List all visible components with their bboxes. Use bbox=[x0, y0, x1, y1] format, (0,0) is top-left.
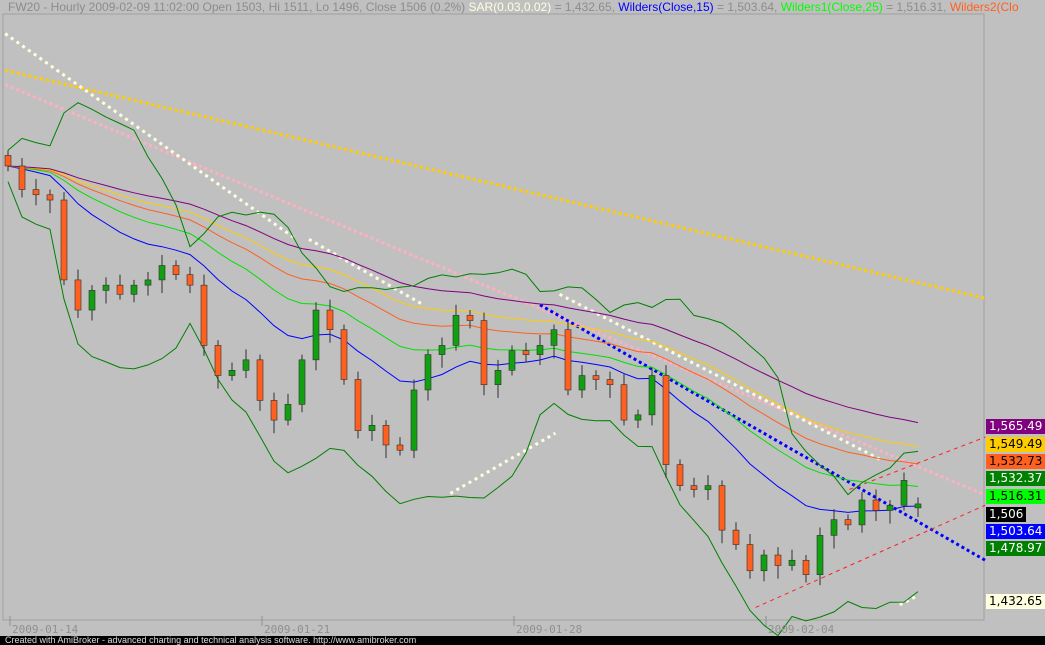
candle-body bbox=[88, 290, 96, 311]
legend-indicator-value: = 1,516.31, bbox=[882, 0, 950, 14]
candle-body bbox=[690, 485, 698, 490]
candle-body bbox=[130, 284, 138, 295]
candle-body bbox=[32, 189, 40, 196]
date-tick-label: 2009-02-04 bbox=[768, 623, 835, 636]
candle-body bbox=[578, 375, 586, 391]
candle-body bbox=[18, 165, 26, 190]
candle-body bbox=[200, 284, 208, 346]
candle-body bbox=[914, 503, 922, 509]
candle-body bbox=[326, 309, 334, 331]
legend-indicator-value: = 1,432.65, bbox=[551, 0, 619, 14]
legend-indicator-label: Wilders1(Close,25) bbox=[780, 0, 883, 14]
symbol-info: FW20 - Hourly 2009-02-09 11:02:00 Open 1… bbox=[8, 0, 466, 14]
candle-body bbox=[424, 354, 432, 391]
price-label: 1,506 bbox=[986, 507, 1027, 522]
candle-body bbox=[858, 499, 866, 526]
candle-body bbox=[102, 284, 110, 291]
candle-body bbox=[606, 379, 614, 386]
candle-body bbox=[452, 314, 460, 346]
legend-indicator-label: SAR(0.03,0.02) bbox=[468, 0, 552, 14]
price-label: 1,532.37 bbox=[986, 471, 1045, 486]
candle-body bbox=[676, 464, 684, 486]
candle-body bbox=[4, 155, 12, 167]
price-label: 1,478.97 bbox=[986, 541, 1045, 556]
candle-body bbox=[774, 554, 782, 566]
candle-body bbox=[844, 519, 852, 526]
footer-credit: Created with AmiBroker - advanced charti… bbox=[0, 636, 1045, 645]
candle-body bbox=[172, 265, 180, 275]
candle-body bbox=[900, 480, 908, 506]
price-label: 1,432.65 bbox=[986, 594, 1045, 609]
candle-body bbox=[340, 329, 348, 380]
price-label: 1,565.49 bbox=[986, 419, 1045, 434]
candle-body bbox=[592, 375, 600, 380]
candle-body bbox=[368, 425, 376, 431]
candle-body bbox=[522, 350, 530, 355]
candle-body bbox=[494, 370, 502, 386]
candle-body bbox=[746, 544, 754, 572]
candle-body bbox=[466, 314, 474, 321]
candle-body bbox=[382, 425, 390, 446]
candle-body bbox=[144, 279, 152, 286]
price-label: 1,549.49 bbox=[986, 437, 1045, 452]
candle-body bbox=[186, 274, 194, 286]
candle-body bbox=[718, 485, 726, 531]
candle-body bbox=[46, 194, 54, 201]
candle-body bbox=[354, 379, 362, 431]
candle-body bbox=[242, 359, 250, 371]
candle-body bbox=[662, 375, 670, 465]
candle-body bbox=[508, 350, 516, 371]
candle-body bbox=[158, 265, 166, 281]
candle-body bbox=[438, 345, 446, 355]
candle-body bbox=[760, 554, 768, 572]
candle-body bbox=[270, 400, 278, 421]
chart-title: FW20 - Hourly 2009-02-09 11:02:00 Open 1… bbox=[8, 0, 1019, 14]
candle-body bbox=[564, 329, 572, 391]
candle-body bbox=[550, 329, 558, 346]
candle-body bbox=[410, 389, 418, 451]
price-label: 1,516.31 bbox=[986, 489, 1045, 504]
candle-body bbox=[634, 414, 642, 421]
candle-body bbox=[312, 309, 320, 361]
legend-indicator-value: = 1,503.64, bbox=[713, 0, 781, 14]
candle-body bbox=[886, 504, 894, 511]
date-tick-label: 2009-01-28 bbox=[516, 623, 583, 636]
candle-body bbox=[298, 359, 306, 405]
candle-body bbox=[872, 499, 880, 511]
price-chart[interactable] bbox=[0, 0, 1045, 645]
candle-body bbox=[788, 559, 796, 566]
legend-indicator-label: Wilders(Close,15) bbox=[618, 0, 714, 14]
candle-body bbox=[284, 404, 292, 421]
candle-body bbox=[60, 199, 68, 281]
candle-body bbox=[704, 485, 712, 490]
candle-body bbox=[620, 384, 628, 421]
indicator-legend: SAR(0.03,0.02) = 1,432.65, Wilders(Close… bbox=[469, 0, 1019, 14]
candle-body bbox=[536, 345, 544, 355]
price-label: 1,503.64 bbox=[986, 524, 1045, 539]
candle-body bbox=[256, 359, 264, 401]
candle-body bbox=[732, 529, 740, 545]
candle-body bbox=[830, 519, 838, 536]
candle-body bbox=[480, 320, 488, 386]
price-label: 1,532.73 bbox=[986, 454, 1045, 469]
legend-indicator-label: Wilders2(Clo bbox=[949, 0, 1019, 14]
candle-body bbox=[816, 535, 824, 575]
candle-body bbox=[648, 375, 656, 416]
candle-body bbox=[228, 370, 236, 376]
candle-body bbox=[396, 444, 404, 451]
candle-body bbox=[74, 279, 82, 311]
candle-body bbox=[802, 559, 810, 575]
candle-body bbox=[214, 345, 222, 376]
candle-body bbox=[116, 284, 124, 295]
